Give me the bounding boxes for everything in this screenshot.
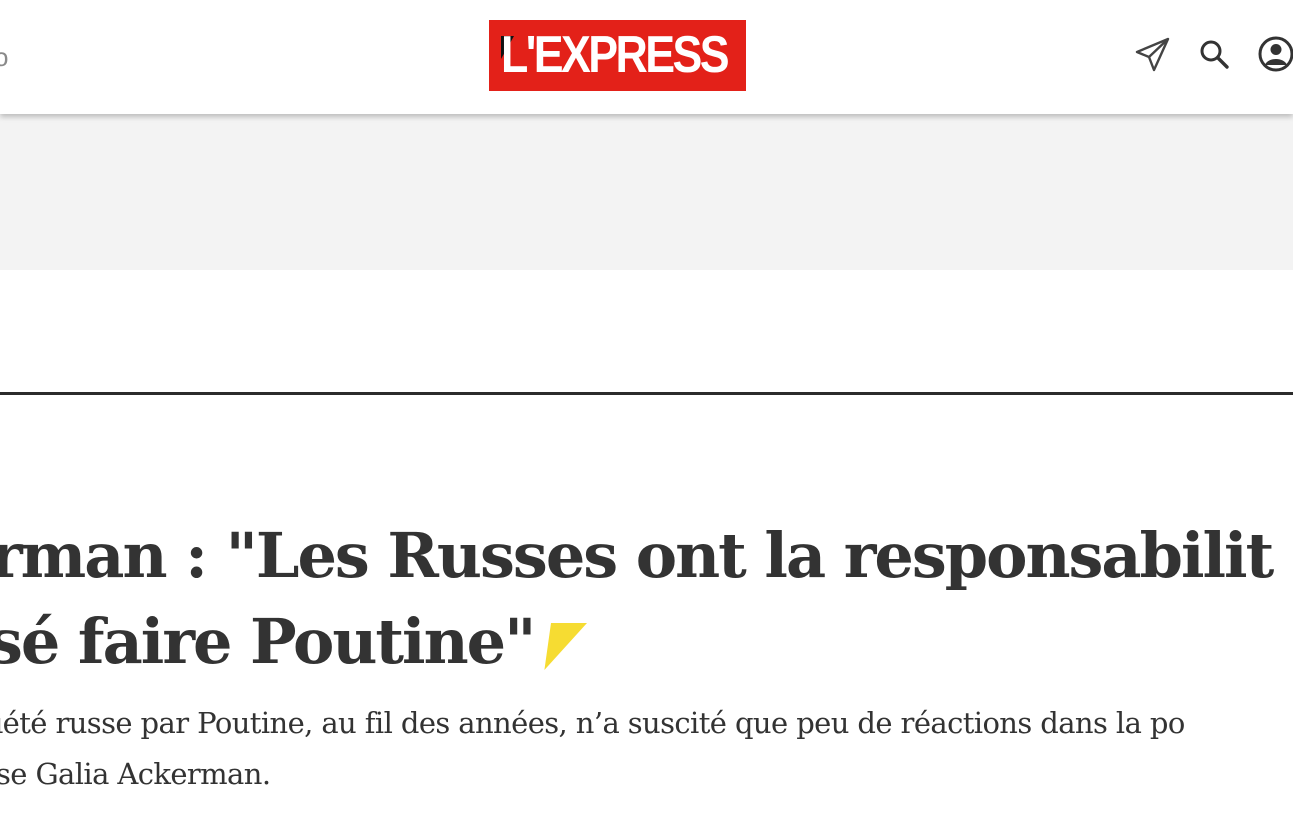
menu-label-fragment[interactable]: o: [0, 42, 8, 72]
lexpress-logo[interactable]: L'EXPRESS: [489, 20, 746, 91]
headline-line-2: sé faire Poutine": [0, 605, 536, 678]
search-icon[interactable]: [1196, 36, 1232, 72]
headline-line-1: rman : "Les Russes ont la responsabilit: [0, 519, 1274, 592]
site-header: o L'EXPRESS: [0, 0, 1293, 114]
lead-line-2: se Galia Ackerman.: [0, 757, 271, 791]
lead-line-1: iété russe par Poutine, au fil des année…: [0, 706, 1185, 740]
logo-text: L'EXPRESS: [501, 26, 730, 84]
account-icon[interactable]: [1256, 34, 1293, 74]
ad-placeholder: [0, 114, 1293, 270]
send-icon[interactable]: [1133, 34, 1173, 74]
premium-triangle-icon: [544, 623, 587, 670]
section-divider: [0, 392, 1293, 395]
